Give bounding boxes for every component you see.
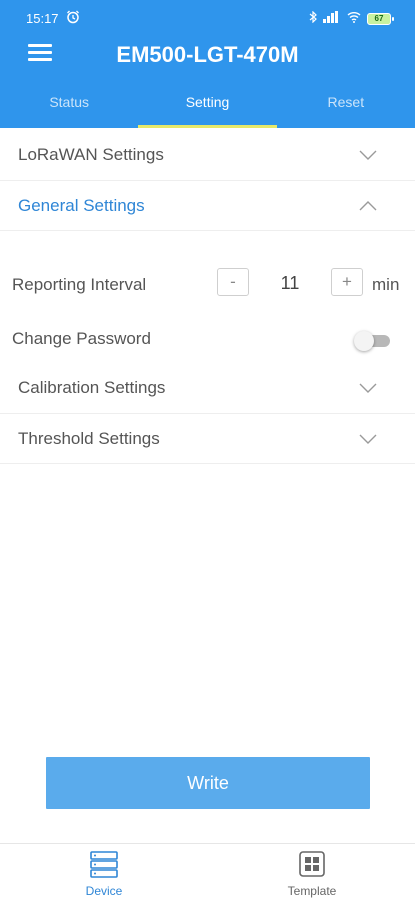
status-icons: 67 <box>309 10 394 26</box>
device-list-icon <box>90 850 118 878</box>
alarm-clock-icon <box>66 10 80 27</box>
nav-template-label: Template <box>287 884 337 898</box>
decrement-button[interactable]: - <box>217 268 249 296</box>
battery-icon: 67 <box>367 12 394 25</box>
page-title: EM500-LGT-470M <box>116 42 299 67</box>
bottom-nav: Device Template <box>0 843 415 900</box>
status-bar: 15:17 67 <box>0 0 415 36</box>
chevron-down-icon <box>359 381 377 395</box>
status-time: 15:17 <box>26 11 59 26</box>
tab-reset[interactable]: Reset <box>277 85 415 128</box>
section-label: LoRaWAN Settings <box>18 144 164 164</box>
change-password-label: Change Password <box>12 329 151 348</box>
write-button[interactable]: Write <box>46 757 370 809</box>
section-label: Threshold Settings <box>18 428 160 448</box>
unit-label: min <box>372 275 400 294</box>
reporting-interval-label: Reporting Interval <box>12 275 147 294</box>
nav-template[interactable]: Template <box>252 844 372 900</box>
app-header: 15:17 67 EM500-LGT-470M Status Setting R… <box>0 0 415 128</box>
section-calibration-settings[interactable]: Calibration Settings <box>0 363 415 414</box>
nav-device-label: Device <box>85 884 123 898</box>
section-lorawan-settings[interactable]: LoRaWAN Settings <box>0 129 415 181</box>
change-password-toggle[interactable] <box>354 331 392 351</box>
nav-device[interactable]: Device <box>44 844 164 900</box>
wifi-icon <box>347 11 361 26</box>
section-label: Calibration Settings <box>18 378 166 397</box>
toggle-knob <box>354 331 374 351</box>
section-general-settings[interactable]: General Settings <box>0 181 415 231</box>
chevron-up-icon <box>359 199 377 213</box>
bluetooth-icon <box>309 10 317 26</box>
tab-setting[interactable]: Setting <box>138 85 277 128</box>
chevron-down-icon <box>359 432 377 446</box>
tab-bar: Status Setting Reset <box>0 85 415 128</box>
reporting-interval-value[interactable]: 11 <box>265 273 315 294</box>
chevron-down-icon <box>359 148 377 162</box>
section-threshold-settings[interactable]: Threshold Settings <box>0 414 415 464</box>
section-label: General Settings <box>18 195 145 215</box>
increment-button[interactable]: + <box>331 268 363 296</box>
template-grid-icon <box>298 850 326 878</box>
cell-signal-icon <box>323 11 341 26</box>
tab-status[interactable]: Status <box>0 85 138 128</box>
